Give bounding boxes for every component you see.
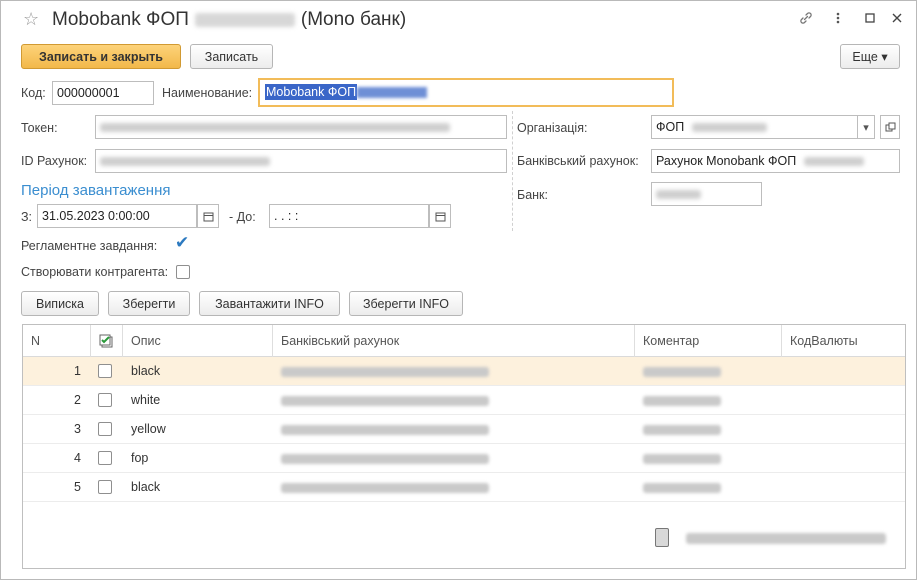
row-description: fop (131, 451, 149, 465)
row-number: 4 (74, 451, 81, 465)
row-description: black (131, 364, 161, 378)
from-date-field[interactable]: 31.05.2023 0:00:00 (37, 204, 197, 228)
footer-document-icon[interactable] (655, 528, 669, 547)
load-info-button[interactable]: Завантажити INFO (199, 291, 340, 316)
name-selected-text: Mobobank ФОП (265, 84, 358, 100)
table-row[interactable]: 3 yellow (23, 415, 905, 444)
save-button[interactable]: Записать (190, 44, 273, 69)
row-checkbox[interactable] (98, 480, 112, 494)
code-field[interactable]: 000000001 (52, 81, 154, 105)
table-header: N Опис Банківський рахунок Коментар КодВ… (23, 325, 905, 357)
from-label: З: (21, 210, 33, 224)
row-bank-account-blurred (281, 454, 489, 464)
to-date-field[interactable]: . . : : (269, 204, 429, 228)
window-title: Mobobank ФОП (Mono банк) (52, 9, 406, 31)
row-description: black (131, 480, 161, 494)
column-check[interactable] (91, 325, 123, 357)
account-id-blurred-value (100, 157, 270, 167)
row-checkbox[interactable] (98, 364, 112, 378)
row-bank-account-blurred (281, 425, 489, 435)
bank-label: Банк: (517, 188, 548, 202)
calendar-icon[interactable] (197, 204, 219, 228)
organization-label: Організація: (517, 121, 588, 135)
token-field[interactable] (95, 115, 507, 139)
row-checkbox[interactable] (98, 393, 112, 407)
token-label: Токен: (21, 121, 58, 135)
name-blurred-part (357, 87, 428, 99)
bank-account-blurred-value (803, 157, 864, 167)
link-icon[interactable] (797, 10, 815, 30)
account-id-field[interactable] (95, 149, 507, 173)
title-bar: ☆ Mobobank ФОП (Mono банк) (1, 1, 916, 39)
table-row[interactable]: 1 black (23, 357, 905, 386)
scheduled-task-label: Регламентне завдання: (21, 239, 158, 253)
token-blurred-value (100, 123, 450, 133)
row-number: 1 (74, 364, 81, 378)
row-checkbox[interactable] (98, 422, 112, 436)
bank-account-label: Банківський рахунок: (517, 154, 639, 168)
save-and-close-button[interactable]: Записать и закрыть (21, 44, 181, 69)
period-section-title: Період завантаження (21, 182, 171, 199)
create-contractor-label: Створювати контрагента: (21, 265, 169, 279)
column-n[interactable]: N (23, 325, 91, 357)
row-description: white (131, 393, 161, 407)
organization-dropdown-icon[interactable]: ▾ (857, 115, 875, 139)
document-window: ☆ Mobobank ФОП (Mono банк) Записать и зак… (0, 0, 917, 580)
save-data-button[interactable]: Зберегти (108, 291, 190, 316)
bank-account-value: Рахунок Monobank ФОП (656, 154, 797, 168)
blurred-name (194, 12, 295, 27)
organization-blurred-value (691, 123, 767, 133)
favorite-star-icon[interactable]: ☆ (23, 9, 39, 30)
maximize-icon[interactable] (861, 10, 879, 30)
save-info-button[interactable]: Зберегти INFO (349, 291, 463, 316)
column-description[interactable]: Опис (123, 325, 273, 357)
name-field[interactable]: Mobobank ФОП (258, 78, 674, 107)
column-currency-code[interactable]: КодВалюты (782, 325, 905, 357)
name-label: Наименование: (162, 86, 253, 100)
row-comment-blurred (643, 396, 721, 406)
close-icon[interactable] (888, 10, 906, 30)
footer-blurred-text (686, 533, 886, 544)
to-label: - До: (229, 210, 256, 224)
create-contractor-checkbox[interactable] (176, 265, 190, 279)
data-table: N Опис Банківський рахунок Коментар КодВ… (22, 324, 906, 569)
table-row[interactable]: 4 fop (23, 444, 905, 473)
column-bank-account[interactable]: Банківський рахунок (273, 325, 635, 357)
row-number: 5 (74, 480, 81, 494)
bank-blurred-value (656, 190, 701, 200)
row-description: yellow (131, 422, 166, 436)
organization-field[interactable]: ФОП (651, 115, 858, 139)
row-bank-account-blurred (281, 396, 489, 406)
row-comment-blurred (643, 367, 721, 377)
row-comment-blurred (643, 425, 721, 435)
row-bank-account-blurred (281, 367, 489, 377)
row-comment-blurred (643, 483, 721, 493)
title-suffix: (Mono банк) (300, 9, 407, 30)
more-button[interactable]: Еще ▾ (840, 44, 900, 69)
code-label: Код: (21, 86, 46, 100)
bank-account-field[interactable]: Рахунок Monobank ФОП (651, 149, 900, 173)
column-separator (512, 111, 513, 231)
organization-open-icon[interactable] (880, 115, 900, 139)
row-number: 2 (74, 393, 81, 407)
more-vertical-icon[interactable] (829, 10, 847, 30)
table-row[interactable]: 2 white (23, 386, 905, 415)
row-comment-blurred (643, 454, 721, 464)
scheduled-task-checkbox[interactable]: ✔ (175, 233, 189, 253)
calendar-icon[interactable] (429, 204, 451, 228)
title-prefix: Mobobank ФОП (52, 9, 189, 30)
bank-field[interactable] (651, 182, 762, 206)
row-number: 3 (74, 422, 81, 436)
organization-value: ФОП (656, 120, 685, 134)
row-checkbox[interactable] (98, 451, 112, 465)
row-bank-account-blurred (281, 483, 489, 493)
account-id-label: ID Рахунок: (21, 154, 88, 168)
column-comment[interactable]: Коментар (635, 325, 782, 357)
statement-button[interactable]: Виписка (21, 291, 99, 316)
table-row[interactable]: 5 black (23, 473, 905, 502)
